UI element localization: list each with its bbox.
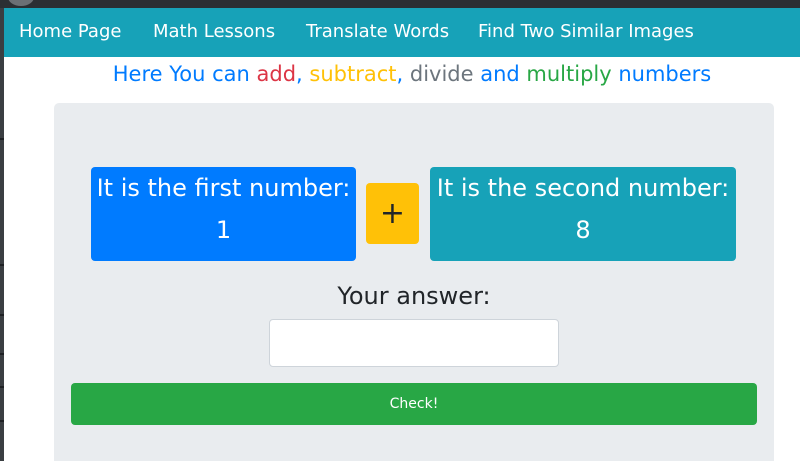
headline-separator: , bbox=[396, 62, 410, 86]
second-number-label: It is the second number: bbox=[436, 174, 730, 202]
page-headline: Here You can add, subtract, divide and m… bbox=[4, 60, 800, 88]
edge-divider bbox=[0, 264, 4, 266]
second-number-box: It is the second number: 8 bbox=[430, 167, 736, 261]
operator-badge: + bbox=[366, 183, 419, 244]
check-button[interactable]: Check! bbox=[71, 383, 757, 425]
window-corner-circle bbox=[8, 0, 34, 6]
headline-intro: Here You can bbox=[112, 62, 257, 86]
edge-divider bbox=[0, 386, 4, 388]
headline-numbers: numbers bbox=[611, 62, 712, 86]
headline-multiply: multiply bbox=[526, 62, 612, 86]
headline-separator: , bbox=[296, 62, 310, 86]
answer-label: Your answer: bbox=[337, 282, 491, 310]
nav-math-lessons[interactable]: Math Lessons bbox=[153, 20, 275, 44]
edge-divider bbox=[0, 353, 4, 355]
first-number-value: 1 bbox=[215, 216, 232, 244]
nav-home-page[interactable]: Home Page bbox=[19, 20, 121, 44]
top-navbar: Home Page Math Lessons Translate Words F… bbox=[4, 8, 800, 57]
answer-input[interactable] bbox=[269, 319, 559, 367]
nav-find-similar-images[interactable]: Find Two Similar Images bbox=[478, 20, 694, 44]
headline-and: and bbox=[473, 62, 527, 86]
headline-divide: divide bbox=[409, 62, 474, 86]
first-number-box: It is the first number: 1 bbox=[91, 167, 356, 261]
first-number-label: It is the first number: bbox=[96, 174, 351, 202]
nav-translate-words[interactable]: Translate Words bbox=[306, 20, 449, 44]
edge-divider bbox=[0, 314, 4, 316]
second-number-value: 8 bbox=[575, 216, 591, 244]
edge-divider bbox=[0, 138, 4, 140]
edge-divider bbox=[0, 420, 4, 422]
window-top-strip bbox=[0, 0, 800, 8]
headline-subtract: subtract bbox=[309, 62, 397, 86]
headline-add: add bbox=[256, 62, 297, 86]
